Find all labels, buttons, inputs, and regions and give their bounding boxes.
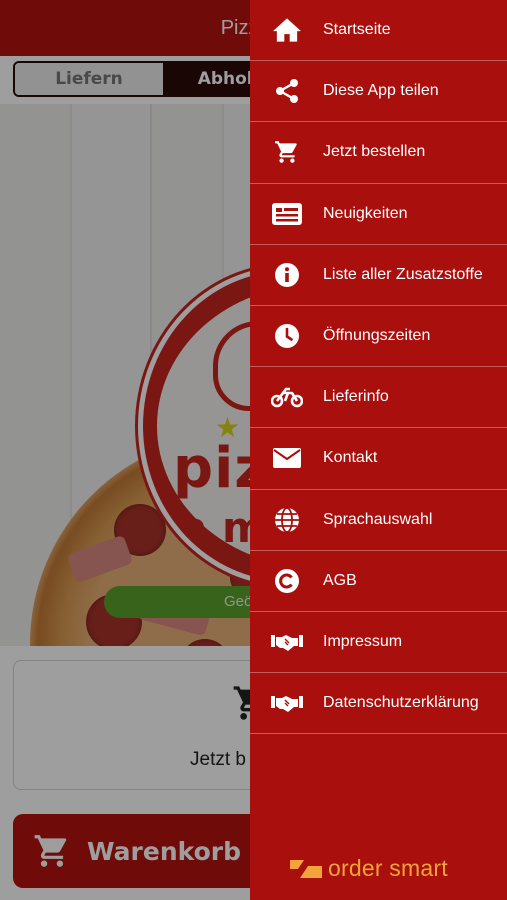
- menu-item-language[interactable]: Sprachauswahl: [250, 490, 507, 551]
- envelope-icon: [250, 448, 323, 469]
- menu-item-privacy[interactable]: Datenschutzerklärung: [250, 673, 507, 735]
- menu-item-imprint[interactable]: Impressum: [250, 612, 507, 674]
- menu-item-share[interactable]: Diese App teilen: [250, 61, 507, 123]
- handshake-icon: [250, 692, 323, 714]
- menu-item-startseite[interactable]: Startseite: [250, 0, 507, 62]
- brand-footer: order smart: [290, 855, 448, 882]
- menu-item-opening-hours[interactable]: Öffnungszeiten: [250, 306, 507, 368]
- copyright-icon: [250, 568, 323, 594]
- menu-item-additives[interactable]: Liste aller Zusatzstoffe: [250, 245, 507, 306]
- menu-item-contact[interactable]: Kontakt: [250, 428, 507, 490]
- brand-name: order smart: [328, 855, 448, 881]
- clock-icon: [250, 323, 323, 349]
- motorbike-icon: [250, 386, 323, 408]
- handshake-icon: [250, 631, 323, 653]
- menu-item-news[interactable]: Neuigkeiten: [250, 184, 507, 245]
- navigation-drawer: Startseite Diese App teilen Jetzt bestel…: [250, 0, 507, 900]
- order-smart-logo-icon: [290, 859, 322, 878]
- share-icon: [250, 78, 323, 104]
- menu-item-delivery-info[interactable]: Lieferinfo: [250, 367, 507, 429]
- home-icon: [250, 17, 323, 43]
- menu-item-terms[interactable]: AGB: [250, 551, 507, 612]
- news-icon: [250, 202, 323, 225]
- menu-item-order[interactable]: Jetzt bestellen: [250, 122, 507, 184]
- cart-icon: [250, 139, 323, 165]
- globe-icon: [250, 506, 323, 533]
- info-icon: [250, 262, 323, 288]
